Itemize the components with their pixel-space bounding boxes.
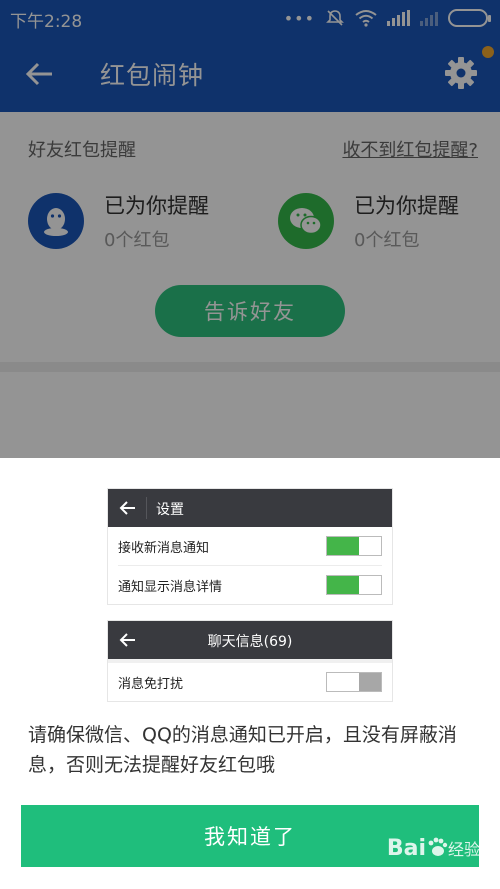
row-label: 接收新消息通知 [118, 540, 210, 556]
row-label: 通知显示消息详情 [118, 579, 223, 595]
header-separator [146, 497, 147, 519]
toggle-switch-on [326, 575, 382, 595]
list-item: 接收新消息通知 [108, 527, 392, 565]
toggle-switch-on [326, 536, 382, 556]
chat-info-panel: 聊天信息(69) 消息免打扰 [107, 620, 393, 702]
dim-overlay[interactable] [0, 0, 500, 458]
paw-icon [428, 837, 448, 856]
watermark-logo: Bai 经验 [386, 836, 480, 861]
row-label: 消息免打扰 [118, 676, 184, 692]
list-item: 消息免打扰 [108, 663, 392, 701]
notification-guide-sheet: 设置 接收新消息通知 通知显示消息详情 聊天信息(69) 消息免打扰 请确保微信… [0, 458, 500, 889]
toggle-switch-off [326, 672, 382, 692]
list-item: 通知显示消息详情 [108, 566, 392, 604]
settings-panel: 设置 接收新消息通知 通知显示消息详情 [107, 488, 393, 605]
settings-panel-title: 设置 [156, 502, 184, 518]
chat-panel-title: 聊天信息(69) [207, 634, 293, 650]
arrow-left-icon [119, 501, 135, 515]
guide-message: 请确保微信、QQ的消息通知已开启，且没有屏蔽消息，否则无法提醒好友红包哦 [28, 724, 457, 776]
chat-panel-header: 聊天信息(69) [108, 621, 392, 659]
settings-panel-header: 设置 [108, 489, 392, 527]
